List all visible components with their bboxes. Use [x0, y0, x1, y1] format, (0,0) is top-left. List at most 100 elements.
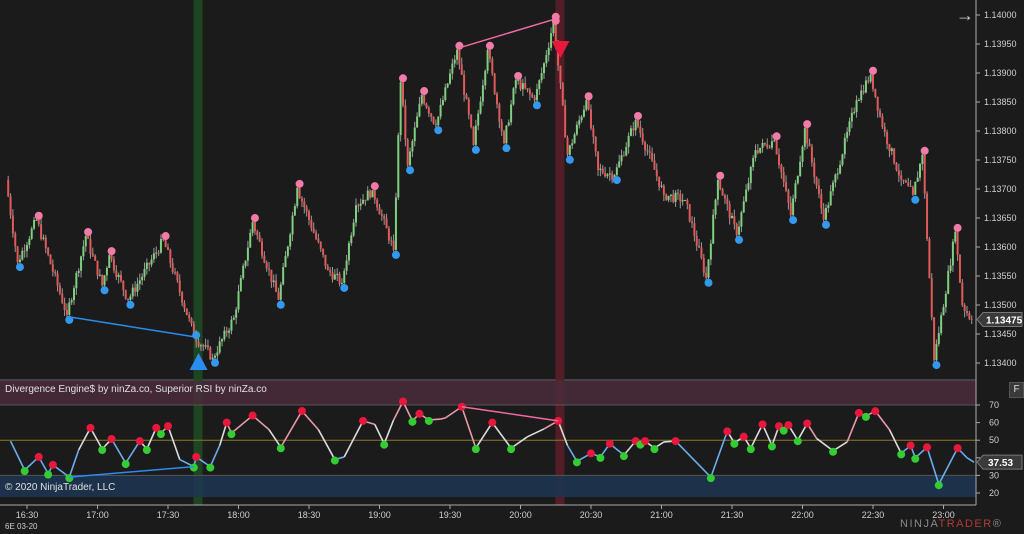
candle-body — [648, 151, 651, 153]
candle-body — [427, 107, 430, 114]
rsi-segment — [440, 417, 446, 420]
candle-body — [543, 63, 545, 74]
candle-body — [488, 49, 491, 59]
candle-body — [460, 64, 463, 75]
candle-body — [550, 33, 553, 48]
f-button[interactable]: F — [1009, 382, 1024, 398]
bearish-divergence-line — [459, 18, 556, 49]
candle-body — [319, 241, 322, 249]
candle-body — [693, 223, 696, 237]
time-tick-label: 22:00 — [791, 510, 814, 520]
candle-body — [707, 259, 710, 278]
price-tick-label: 1.13600 — [984, 242, 1017, 252]
candle-body — [44, 237, 47, 248]
rsi-low-dot — [861, 412, 870, 421]
candle-body — [89, 238, 92, 254]
rsi-segment — [110, 438, 127, 464]
candle-body — [876, 96, 879, 111]
candle-body — [49, 254, 52, 265]
rsi-high-dot — [107, 434, 116, 443]
oversold-zone — [0, 475, 976, 497]
candle-body — [441, 100, 444, 105]
candle-body — [296, 187, 299, 207]
rsi-high-dot — [399, 397, 407, 406]
candle-body — [244, 260, 247, 266]
candle-body — [911, 186, 914, 195]
candle-body — [345, 260, 348, 271]
candle-body — [961, 282, 964, 305]
candle-body — [801, 146, 804, 162]
candle-body — [378, 207, 381, 215]
candle-body — [268, 268, 271, 270]
candle-body — [615, 167, 618, 176]
candle-body — [594, 136, 597, 152]
candle-body — [291, 215, 294, 235]
candle-body — [604, 172, 607, 177]
candle-body — [773, 140, 776, 142]
candle-body — [171, 263, 174, 273]
candle-body — [359, 203, 362, 206]
candle-body — [138, 280, 141, 284]
rsi-high-dot — [641, 437, 650, 446]
candle-body — [230, 319, 233, 331]
rsi-segment — [888, 429, 902, 454]
candle-body — [860, 90, 863, 101]
candle-body — [528, 89, 531, 95]
pivot-low-dot — [276, 300, 285, 309]
candle-body — [622, 155, 625, 157]
indicator-title: Divergence Engine$ by ninZa.co, Superior… — [5, 384, 267, 395]
candle-body — [131, 287, 134, 297]
rsi-low-dot — [897, 450, 906, 459]
time-tick-label: 22:30 — [862, 510, 885, 520]
candle-body — [507, 122, 510, 126]
candle-body — [540, 73, 543, 81]
candle-body — [733, 216, 736, 225]
rsi-low-dot — [829, 447, 838, 456]
candle-body — [500, 121, 503, 132]
candle-body — [315, 232, 318, 239]
candle-body — [655, 169, 658, 177]
candle-body — [376, 199, 379, 208]
candle-body — [265, 262, 268, 269]
rsi-segment — [317, 429, 336, 460]
candle-body — [794, 183, 797, 199]
candle-body — [9, 196, 12, 216]
rsi-high-dot — [906, 441, 915, 450]
candle-body — [862, 90, 865, 93]
candle-body — [366, 190, 369, 201]
candle-body — [928, 238, 931, 279]
candle-body — [825, 208, 827, 220]
candle-body — [472, 126, 475, 145]
rsi-high-dot — [34, 452, 43, 461]
arrow-right-icon[interactable]: → — [956, 5, 974, 26]
candle-body — [310, 219, 313, 229]
candle-body — [531, 94, 534, 97]
candle-body — [738, 226, 741, 235]
rsi-low-dot — [767, 442, 776, 451]
candle-body — [726, 198, 729, 205]
pivot-high-dot — [869, 66, 877, 75]
candle-body — [749, 167, 752, 184]
candle-body — [477, 113, 480, 126]
rsi-tick-label: 30 — [989, 470, 999, 480]
candle-body — [752, 157, 755, 168]
candle-body — [519, 79, 522, 90]
candle-body — [768, 147, 771, 149]
rsi-high-dot — [192, 452, 201, 461]
candle-body — [178, 280, 181, 293]
rsi-segment — [374, 424, 385, 445]
rsi-low-dot — [189, 463, 198, 472]
rsi-low-dot — [276, 444, 285, 453]
candle-body — [848, 121, 851, 132]
candle-body — [547, 47, 550, 56]
candle-body — [688, 204, 691, 222]
candle-body — [221, 339, 224, 342]
price-tick-label: 1.14000 — [984, 10, 1017, 20]
rsi-high-dot — [923, 443, 932, 452]
candle-body — [611, 173, 614, 180]
candle-body — [808, 143, 811, 147]
chart-canvas[interactable]: 1.14000 1.13950 1.13900 1.13850 1.13800 1.137… — [0, 0, 1024, 534]
rsi-high-dot — [248, 411, 257, 420]
candle-body — [392, 240, 395, 250]
candle-body — [439, 104, 442, 117]
